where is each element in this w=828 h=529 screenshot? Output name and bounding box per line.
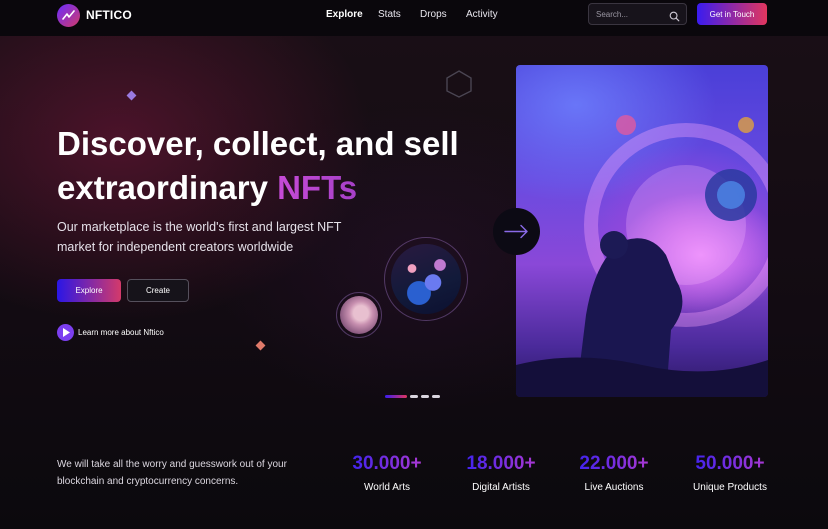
hero-title-accent: NFTs bbox=[277, 169, 358, 206]
play-icon[interactable] bbox=[57, 324, 74, 341]
arrow-right-icon bbox=[504, 224, 528, 239]
brand-name[interactable]: NFTICO bbox=[86, 8, 132, 22]
stat-live-auctions: 22.000+ Live Auctions bbox=[573, 453, 655, 493]
stat-value: 30.000+ bbox=[347, 453, 427, 475]
search-icon[interactable] bbox=[669, 9, 680, 27]
stat-label: Unique Products bbox=[693, 482, 767, 493]
carousel-dot[interactable] bbox=[421, 395, 429, 398]
next-slide-button[interactable] bbox=[493, 208, 540, 255]
artwork-illustration bbox=[516, 115, 768, 397]
stats-intro: We will take all the worry and guesswork… bbox=[57, 459, 287, 487]
carousel-dot[interactable] bbox=[410, 395, 418, 398]
get-in-touch-button[interactable]: Get in Touch bbox=[697, 3, 767, 25]
stat-label: Digital Artists bbox=[472, 482, 530, 493]
nav-link-stats[interactable]: Stats bbox=[378, 9, 401, 20]
stat-digital-artists: 18.000+ Digital Artists bbox=[460, 453, 542, 493]
carousel-pagination bbox=[385, 395, 440, 398]
search-box[interactable] bbox=[588, 3, 687, 25]
hero-title-line1: Discover, collect, and sell bbox=[57, 125, 459, 162]
stat-label: World Arts bbox=[364, 482, 410, 493]
search-input[interactable] bbox=[596, 8, 666, 21]
logo-icon[interactable] bbox=[57, 4, 80, 27]
hexagon-icon bbox=[446, 70, 472, 98]
carousel-dot[interactable] bbox=[432, 395, 440, 398]
stat-world-arts: 30.000+ World Arts bbox=[347, 453, 427, 493]
stat-value: 22.000+ bbox=[573, 453, 655, 475]
stat-value: 50.000+ bbox=[688, 453, 772, 475]
create-button[interactable]: Create bbox=[127, 279, 189, 302]
nft-thumbnail[interactable] bbox=[340, 296, 378, 334]
hero-subtitle: Our marketplace is the world's first and… bbox=[57, 220, 342, 254]
carousel-dot-active[interactable] bbox=[385, 395, 407, 398]
hero-nft-artwork[interactable] bbox=[516, 65, 768, 397]
nav-link-activity[interactable]: Activity bbox=[466, 9, 498, 20]
stat-value: 18.000+ bbox=[460, 453, 542, 475]
nav-link-explore[interactable]: Explore bbox=[326, 9, 363, 20]
featured-nft-thumbnail[interactable] bbox=[391, 244, 461, 314]
learn-more-link[interactable]: Learn more about Nftico bbox=[78, 328, 164, 337]
hero-title-line2-prefix: extraordinary bbox=[57, 169, 278, 206]
stat-label: Live Auctions bbox=[584, 482, 644, 493]
stat-unique-products: 50.000+ Unique Products bbox=[688, 453, 772, 493]
nav-link-drops[interactable]: Drops bbox=[420, 9, 447, 20]
top-navbar: NFTICO Explore Stats Drops Activity Get … bbox=[0, 0, 828, 36]
explore-button[interactable]: Explore bbox=[57, 279, 121, 302]
hero-title: Discover, collect, and sell extraordinar… bbox=[57, 122, 459, 210]
